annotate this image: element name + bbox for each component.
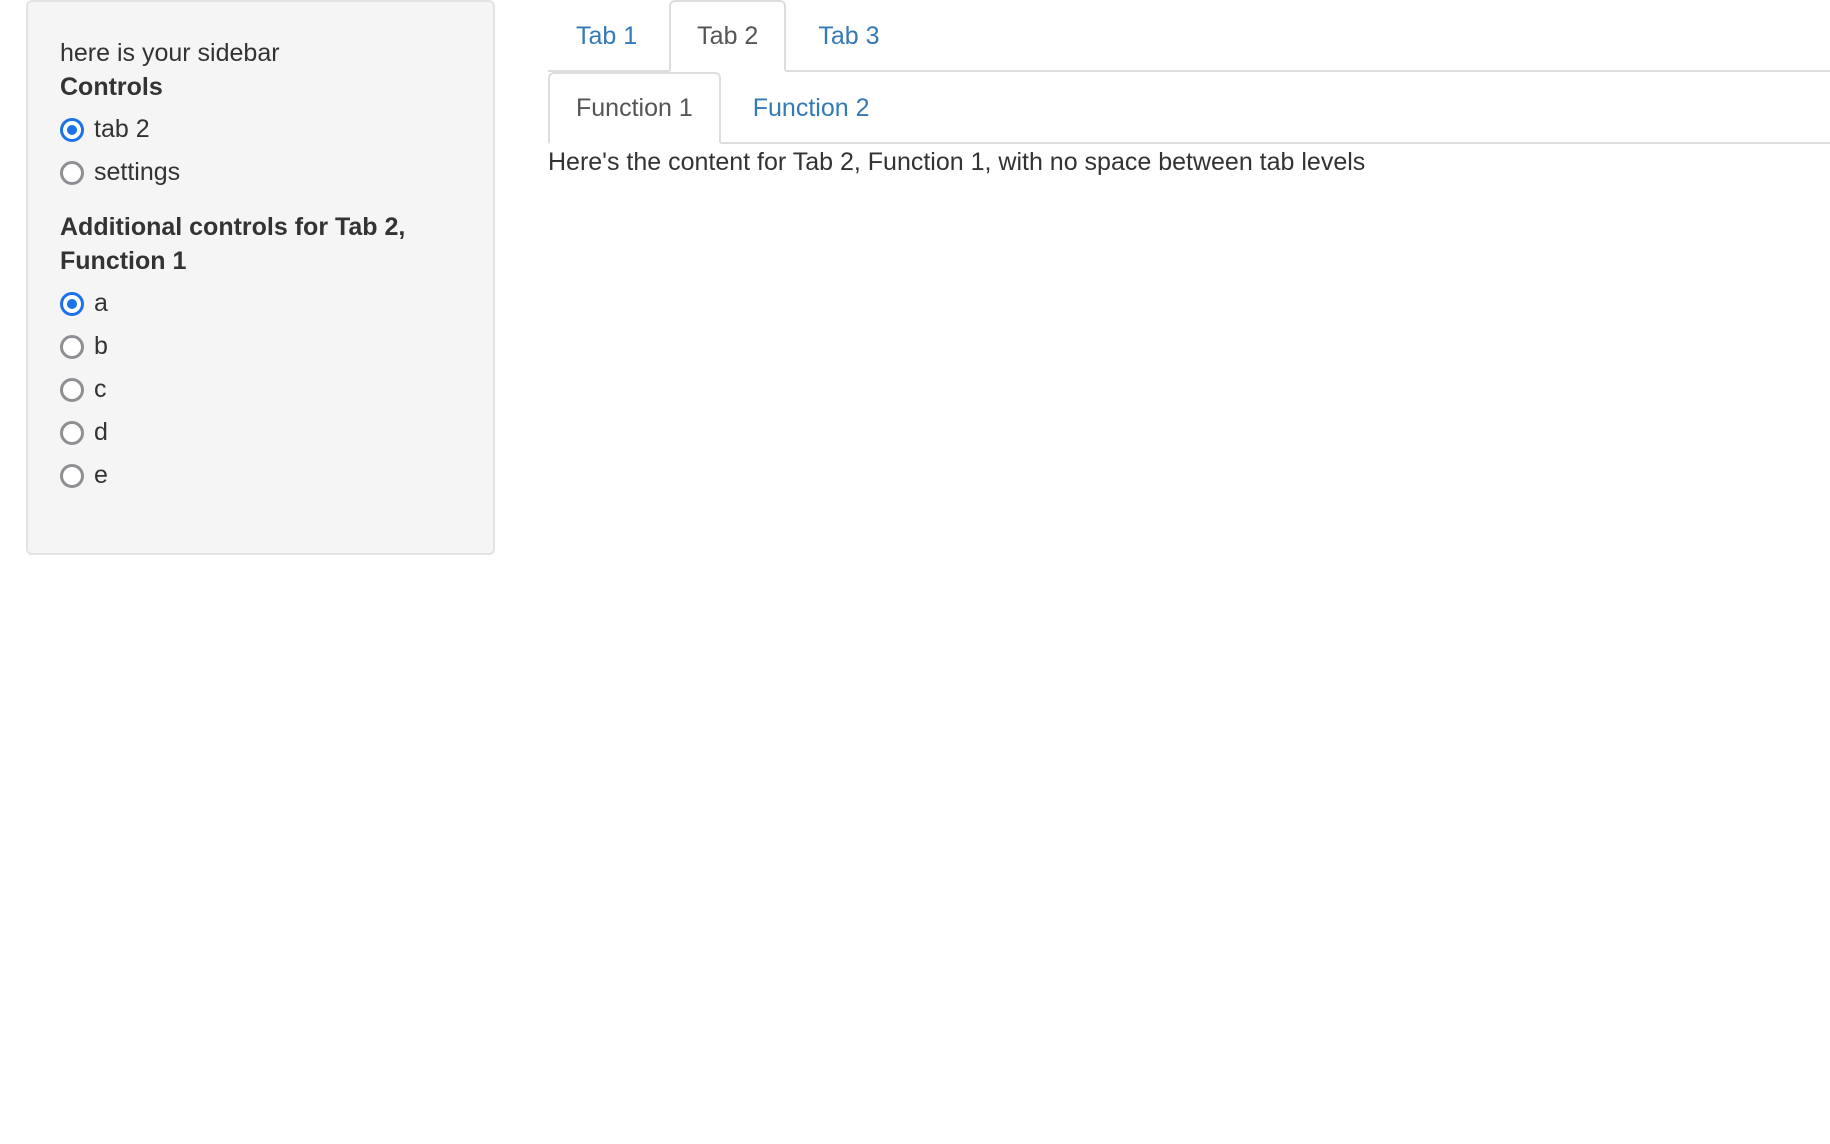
controls-label: Controls: [60, 73, 163, 101]
radio-button-icon[interactable]: [60, 160, 84, 185]
additional-controls-section: Additional controls for Tab 2, Function …: [60, 210, 461, 497]
tab-2[interactable]: Tab 2: [669, 0, 787, 72]
radio-option-label: d: [94, 418, 108, 446]
radio-button-icon[interactable]: [60, 334, 84, 359]
sidebar-intro-text: here is your sidebar: [60, 39, 280, 67]
radio-option-e[interactable]: e: [60, 454, 461, 497]
controls-radio-group: tab 2 settings: [60, 108, 461, 194]
tab-content-text: Here's the content for Tab 2, Function 1…: [548, 148, 1366, 176]
function-tab-bar: Function 1 Function 2: [548, 72, 1830, 144]
radio-option-label: b: [94, 332, 108, 360]
tab-3[interactable]: Tab 3: [790, 0, 907, 70]
tab-function-2[interactable]: Function 2: [725, 72, 898, 142]
radio-option-a[interactable]: a: [60, 282, 461, 325]
radio-button-icon[interactable]: [60, 463, 84, 488]
radio-option-tab-2[interactable]: tab 2: [60, 108, 461, 151]
radio-button-icon[interactable]: [60, 117, 84, 142]
radio-option-settings[interactable]: settings: [60, 151, 461, 194]
sidebar-panel: here is your sidebar Controls tab 2 sett…: [26, 0, 495, 555]
tab-1[interactable]: Tab 1: [548, 0, 665, 70]
tab-function-1[interactable]: Function 1: [548, 72, 721, 144]
radio-option-label: e: [94, 461, 108, 489]
radio-option-d[interactable]: d: [60, 411, 461, 454]
radio-option-label: c: [94, 375, 107, 403]
radio-option-c[interactable]: c: [60, 368, 461, 411]
radio-option-label: settings: [94, 158, 181, 186]
additional-controls-label: Additional controls for Tab 2, Function …: [60, 213, 406, 275]
radio-button-icon[interactable]: [60, 377, 84, 402]
radio-option-label: tab 2: [94, 115, 150, 143]
additional-radio-group: a b c d e: [60, 282, 461, 497]
radio-option-label: a: [94, 289, 108, 317]
main-tab-bar: Tab 1 Tab 2 Tab 3: [548, 0, 1830, 72]
radio-button-icon[interactable]: [60, 420, 84, 445]
radio-button-icon[interactable]: [60, 291, 84, 316]
radio-option-b[interactable]: b: [60, 325, 461, 368]
